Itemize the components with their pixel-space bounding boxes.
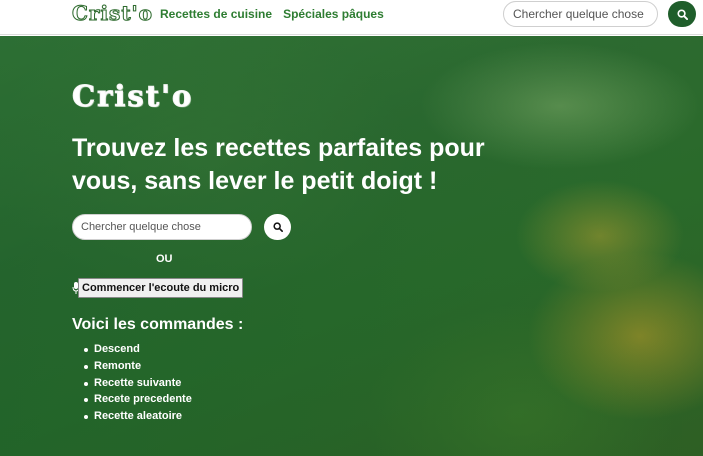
command-item-recette-suivante: Recette suivante [84, 375, 192, 392]
nav-link-speciales-paques[interactable]: Spéciales pâques [283, 7, 384, 21]
navbar-search-button[interactable] [668, 1, 696, 27]
search-icon [272, 222, 283, 232]
nav-links: Recettes de cuisine Spéciales pâques [160, 7, 384, 21]
hero-search-input[interactable] [72, 214, 252, 240]
navbar-brand-logo[interactable]: Crist'o [71, 1, 153, 26]
search-icon [676, 8, 688, 20]
nav-link-recettes-de-cuisine[interactable]: Recettes de cuisine [160, 7, 272, 21]
or-separator: OU [156, 253, 173, 265]
hero-brand-logo: Crist'o [71, 79, 194, 114]
command-item-recette-aleatoire: Recette aleatoire [84, 408, 192, 425]
commands-list: Descend Remonte Recette suivante Recete … [84, 341, 192, 425]
top-navbar: Crist'o Recettes de cuisine Spéciales pâ… [0, 0, 703, 35]
command-item-recete-precedente: Recete precedente [84, 391, 192, 408]
hero-section: Crist'o Trouvez les recettes parfaites p… [0, 36, 703, 456]
commands-title: Voici les commandes : [72, 316, 244, 333]
hero-title: Trouvez les recettes parfaites pour vous… [72, 134, 485, 195]
navbar-search-input[interactable] [503, 1, 658, 27]
start-microphone-button[interactable]: Commencer l'ecoute du micro [78, 278, 244, 298]
hero-search-button[interactable] [264, 214, 291, 240]
command-item-remonte: Remonte [84, 358, 192, 375]
command-item-descend: Descend [84, 341, 192, 358]
